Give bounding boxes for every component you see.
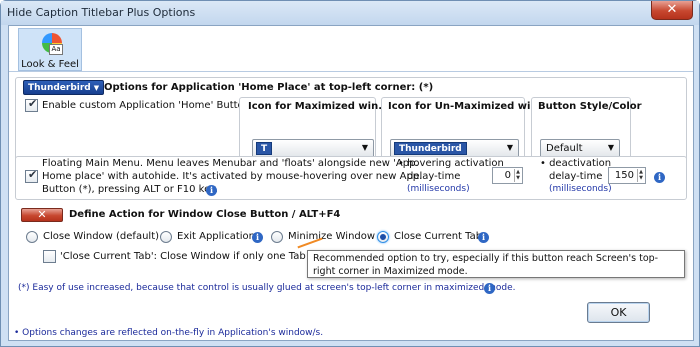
- spinner-icon[interactable]: ▲ ▼: [637, 169, 644, 182]
- icon-unmax-label: Icon for Un-Maximized win.: [388, 101, 542, 112]
- enable-home-label: Enable custom Application 'Home' Button.: [42, 100, 254, 111]
- chevron-down-icon: ▼: [361, 143, 368, 152]
- info-icon[interactable]: i: [484, 283, 495, 294]
- ribbon: Aa Look & Feel: [9, 26, 693, 72]
- radio-close-current-tab[interactable]: [377, 231, 389, 243]
- dialog-client: Aa Look & Feel Thunderbird ▼ Options for …: [8, 25, 694, 341]
- hover-delay-unit: (milliseconds): [407, 184, 470, 194]
- info-icon[interactable]: i: [654, 172, 665, 183]
- radio-close-window-label: Close Window (default): [43, 231, 160, 242]
- check-icon: ✔: [28, 97, 38, 110]
- hover-delay-value: 0: [504, 170, 511, 181]
- button-style-value: Default: [546, 143, 583, 154]
- chevron-down-icon: ▼: [506, 143, 513, 152]
- app-home-section: Thunderbird ▼ Options for Application 'Ho…: [15, 77, 687, 168]
- deact-delay-label1: • deactivation: [540, 158, 612, 169]
- icon-max-group: Icon for Maximized win. T ▼: [239, 97, 382, 161]
- deact-delay-value: 150: [614, 170, 634, 181]
- tab-look-and-feel[interactable]: Aa Look & Feel: [18, 28, 82, 71]
- window-close-button[interactable]: ✕: [651, 1, 693, 20]
- chevron-down-icon: ▼: [93, 84, 100, 92]
- app-select-button[interactable]: Thunderbird ▼: [23, 80, 105, 95]
- deact-delay-input[interactable]: 150 ▲ ▼: [608, 167, 646, 184]
- radio-exit-application[interactable]: [160, 231, 172, 243]
- close-action-heading: Define Action for Window Close Button / …: [69, 209, 341, 220]
- deact-delay-unit: (milliseconds): [549, 184, 612, 194]
- app-select-label: Thunderbird: [28, 83, 91, 93]
- icon-max-label: Icon for Maximized win.: [248, 101, 383, 112]
- options-window: Hide Caption Titlebar Plus Options ✕ Aa …: [0, 0, 700, 347]
- window-title: Hide Caption Titlebar Plus Options: [7, 6, 196, 19]
- info-icon[interactable]: i: [206, 185, 217, 196]
- tab-label: Look & Feel: [21, 59, 79, 70]
- icon-max-value: T: [256, 142, 273, 155]
- radio-minimize-window[interactable]: [271, 231, 283, 243]
- icon-unmax-group: Icon for Un-Maximized win. Thunderbird ▼: [381, 97, 541, 161]
- radio-selected-dot: [380, 234, 386, 240]
- floating-menu-checkbox[interactable]: ✔: [25, 168, 38, 183]
- floating-desc-line1: Floating Main Menu. Menu leaves Menubar …: [42, 158, 419, 169]
- footnote: (*) Easy of use increased, because that …: [18, 283, 516, 293]
- info-icon[interactable]: i: [252, 232, 263, 243]
- title-bar[interactable]: Hide Caption Titlebar Plus Options ✕: [1, 1, 699, 25]
- floating-desc-line3: Button (*), pressing ALT or F10 key.: [42, 184, 218, 195]
- radio-exit-application-label: Exit Application: [177, 231, 255, 242]
- close-only-tab-label: 'Close Current Tab': Close Window if onl…: [60, 251, 350, 262]
- ok-button[interactable]: OK: [587, 302, 650, 323]
- floating-menu-section: ✔ Floating Main Menu. Menu leaves Menuba…: [15, 156, 687, 200]
- check-icon: ✔: [28, 168, 38, 181]
- hover-delay-label2: delay-time: [407, 171, 461, 182]
- close-button-preview-icon: ✕: [21, 208, 63, 222]
- tooltip: Recommended option to try, especially if…: [307, 250, 685, 278]
- chevron-down-icon: ▼: [607, 143, 614, 152]
- radio-close-current-tab-label: Close Current Tab: [394, 231, 483, 242]
- button-style-label: Button Style/Color: [538, 101, 642, 112]
- close-only-tab-checkbox[interactable]: [43, 250, 56, 263]
- aa-icon: Aa: [49, 44, 63, 55]
- app-section-heading: Options for Application 'Home Place' at …: [104, 82, 434, 93]
- enable-home-checkbox[interactable]: ✔: [25, 97, 38, 112]
- radio-close-window[interactable]: [26, 231, 38, 243]
- info-icon[interactable]: i: [478, 232, 489, 243]
- hover-delay-label1: • hovering activation: [398, 158, 504, 169]
- icon-unmax-value: Thunderbird: [394, 142, 467, 155]
- hover-delay-input[interactable]: 0 ▲ ▼: [492, 167, 523, 184]
- deact-delay-label2: delay-time: [549, 171, 603, 182]
- bottom-note: • Options changes are reflected on-the-f…: [14, 328, 324, 338]
- floating-desc-line2: Home place' with autohide. It's activate…: [42, 171, 423, 182]
- button-style-group: Button Style/Color Default ▼: [531, 97, 642, 161]
- spinner-icon[interactable]: ▲ ▼: [514, 169, 521, 182]
- radio-minimize-window-label: Minimize Window: [288, 231, 376, 242]
